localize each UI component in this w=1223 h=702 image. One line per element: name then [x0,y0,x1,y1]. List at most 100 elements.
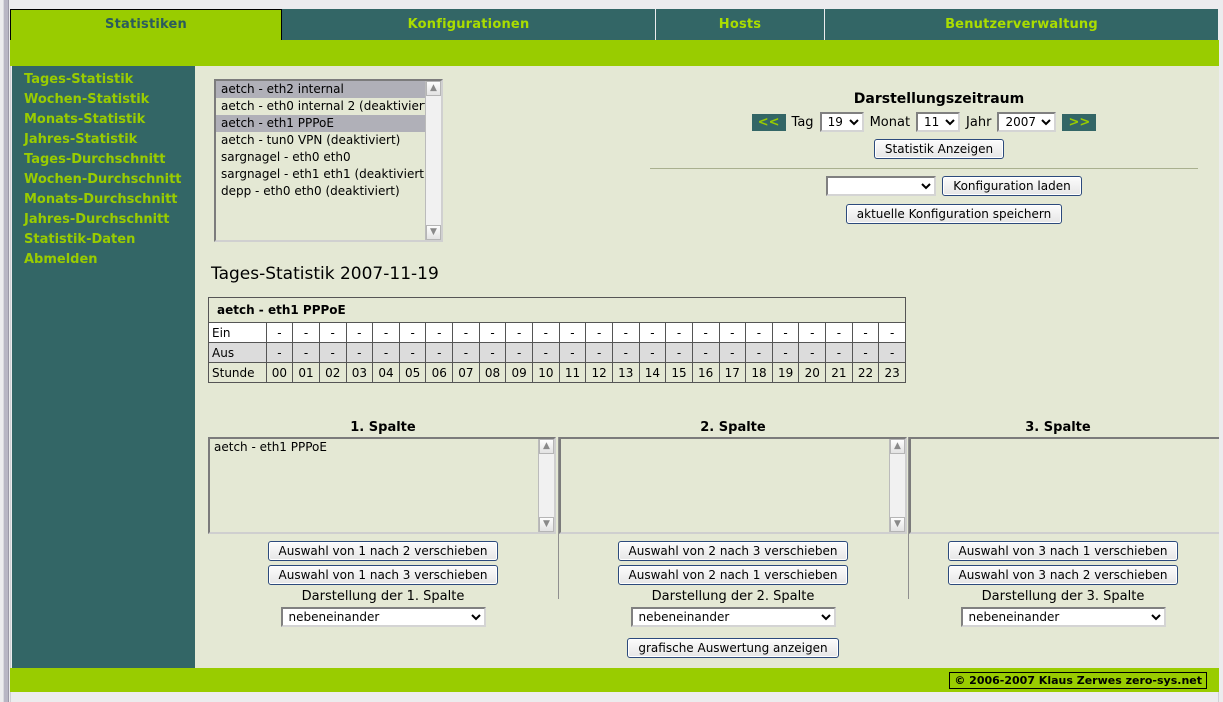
prev-period-button[interactable]: << [751,113,786,131]
day-select[interactable]: 19 [819,112,864,132]
cell-in: - [798,322,827,343]
cell-hour: 22 [851,362,880,383]
column-1-options: aetch - eth1 PPPoE [210,439,538,532]
cell-in: - [691,322,720,343]
cell-in: - [585,322,613,343]
sidebar-item-statistik-daten[interactable]: Statistik-Daten [12,230,195,250]
column-2-display-select[interactable]: nebeneinander [630,607,836,627]
cell-out: - [558,342,587,363]
interface-option[interactable]: sargnagel - eth1 eth1 (deaktiviert) [216,166,425,183]
graph-button-wrap: grafische Auswertung anzeigen [558,638,908,658]
cell-hour: 20 [798,362,827,383]
cell-hour: 13 [611,362,640,383]
column-1-scrollbar[interactable]: ▲ ▼ [538,439,554,532]
save-config-button[interactable]: aktuelle Konfiguration speichern [845,204,1063,224]
load-config-button[interactable]: Konfiguration laden [942,176,1082,196]
scroll-up-icon[interactable]: ▲ [539,439,554,454]
column-3-listbox[interactable] [909,437,1219,534]
column-1-controls: Auswahl von 1 nach 2 verschieben Auswahl… [208,541,558,627]
interface-option[interactable]: aetch - eth0 internal 2 (deaktiviert) [216,98,425,115]
interface-option[interactable]: aetch - eth1 PPPoE [216,115,425,132]
copyright-notice: © 2006-2007 Klaus Zerwes zero-sys.net [949,672,1207,689]
column-3-display-select[interactable]: nebeneinander [960,607,1166,627]
cell-in: - [558,322,587,343]
tab-benutzerverwaltung[interactable]: Benutzerverwaltung [825,9,1219,40]
column-1-display-select[interactable]: nebeneinander [280,607,486,627]
scroll-up-icon[interactable]: ▲ [426,81,441,96]
move-3-to-2-button[interactable]: Auswahl von 3 nach 2 verschieben [947,565,1179,585]
cell-hour: 04 [372,362,400,383]
scroll-up-icon[interactable]: ▲ [890,439,905,454]
sidebar-item-tages-durchschnitt[interactable]: Tages-Durchschnitt [12,150,195,170]
cell-out: - [478,342,507,363]
statistic-heading: Tages-Statistik 2007-11-19 [211,264,439,284]
cell-hour: 15 [665,362,693,383]
cell-out: - [318,342,347,363]
move-2-to-3-button[interactable]: Auswahl von 2 nach 3 verschieben [617,541,849,561]
scroll-down-icon[interactable]: ▼ [890,517,905,532]
move-2-to-1-button[interactable]: Auswahl von 2 nach 1 verschieben [617,565,849,585]
period-controls: << Tag 19 Monat 11 Jahr 2007 >> [650,112,1198,132]
year-select[interactable]: 2007 [997,112,1057,132]
column-1-option[interactable]: aetch - eth1 PPPoE [210,439,538,456]
cell-in: - [452,322,480,343]
cell-out: - [372,342,400,363]
tab-hosts[interactable]: Hosts [656,9,825,40]
cell-out: - [878,342,906,363]
cell-in: - [771,322,800,343]
cell-out: - [665,342,693,363]
interface-option[interactable]: sargnagel - eth0 eth0 [216,149,425,166]
cell-in: - [265,322,294,343]
column-2-scrollbar[interactable]: ▲ ▼ [889,439,905,532]
interface-option[interactable]: aetch - tun0 VPN (deaktiviert) [216,132,425,149]
cell-hour: 11 [558,362,587,383]
move-1-to-2-button[interactable]: Auswahl von 1 nach 2 verschieben [267,541,499,561]
row-label-in: Ein [208,322,267,343]
cell-in: - [425,322,454,343]
cell-in: - [718,322,747,343]
cell-hour: 14 [638,362,667,383]
column-2-listbox[interactable]: ▲ ▼ [559,437,907,534]
cell-out: - [611,342,640,363]
sidebar-item-tages-statistik[interactable]: Tages-Statistik [12,70,195,90]
interface-option[interactable]: aetch - eth2 internal [216,81,425,98]
cell-hour: 01 [292,362,320,383]
show-statistic-row: Statistik Anzeigen [650,139,1198,159]
cell-in: - [825,322,853,343]
next-period-button[interactable]: >> [1062,113,1097,131]
scroll-down-icon[interactable]: ▼ [426,225,441,240]
interface-option[interactable]: depp - eth0 eth0 (deaktiviert) [216,183,425,200]
sidebar-item-monats-durchschnitt[interactable]: Monats-Durchschnitt [12,190,195,210]
tab-statistiken[interactable]: Statistiken [10,9,282,40]
cell-out: - [638,342,667,363]
sidebar-item-jahres-durchschnitt[interactable]: Jahres-Durchschnitt [12,210,195,230]
move-1-to-3-button[interactable]: Auswahl von 1 nach 3 verschieben [267,565,499,585]
column-1-listbox[interactable]: aetch - eth1 PPPoE ▲ ▼ [208,437,556,534]
cell-out: - [771,342,800,363]
show-graph-button[interactable]: grafische Auswertung anzeigen [627,638,839,658]
sidebar-item-wochen-durchschnitt[interactable]: Wochen-Durchschnitt [12,170,195,190]
cell-in: - [478,322,507,343]
column-3-header: 3. Spalte [1025,420,1091,435]
interface-scrollbar[interactable]: ▲ ▼ [425,81,441,240]
sidebar-item-jahres-statistik[interactable]: Jahres-Statistik [12,130,195,150]
left-rail [0,0,11,702]
config-select[interactable] [826,176,937,196]
move-3-to-1-button[interactable]: Auswahl von 3 nach 1 verschieben [947,541,1179,561]
sidebar-item-wochen-statistik[interactable]: Wochen-Statistik [12,90,195,110]
main-tabbar: Statistiken Konfigurationen Hosts Benutz… [10,0,1219,40]
column-1-display-label: Darstellung der 1. Spalte [301,589,465,604]
column-2-options [561,439,889,532]
month-select[interactable]: 11 [916,112,961,132]
sidebar-item-abmelden[interactable]: Abmelden [12,250,195,270]
cell-in: - [611,322,640,343]
column-2-display-label: Darstellung der 2. Spalte [651,589,815,604]
scroll-down-icon[interactable]: ▼ [539,517,554,532]
cell-hour: 09 [505,362,534,383]
show-statistic-button[interactable]: Statistik Anzeigen [873,139,1005,159]
interface-listbox[interactable]: aetch - eth2 internal aetch - eth0 inter… [214,79,443,242]
tab-konfigurationen[interactable]: Konfigurationen [282,9,656,40]
cell-out: - [425,342,454,363]
sidebar-item-monats-statistik[interactable]: Monats-Statistik [12,110,195,130]
cell-hour: 08 [478,362,507,383]
